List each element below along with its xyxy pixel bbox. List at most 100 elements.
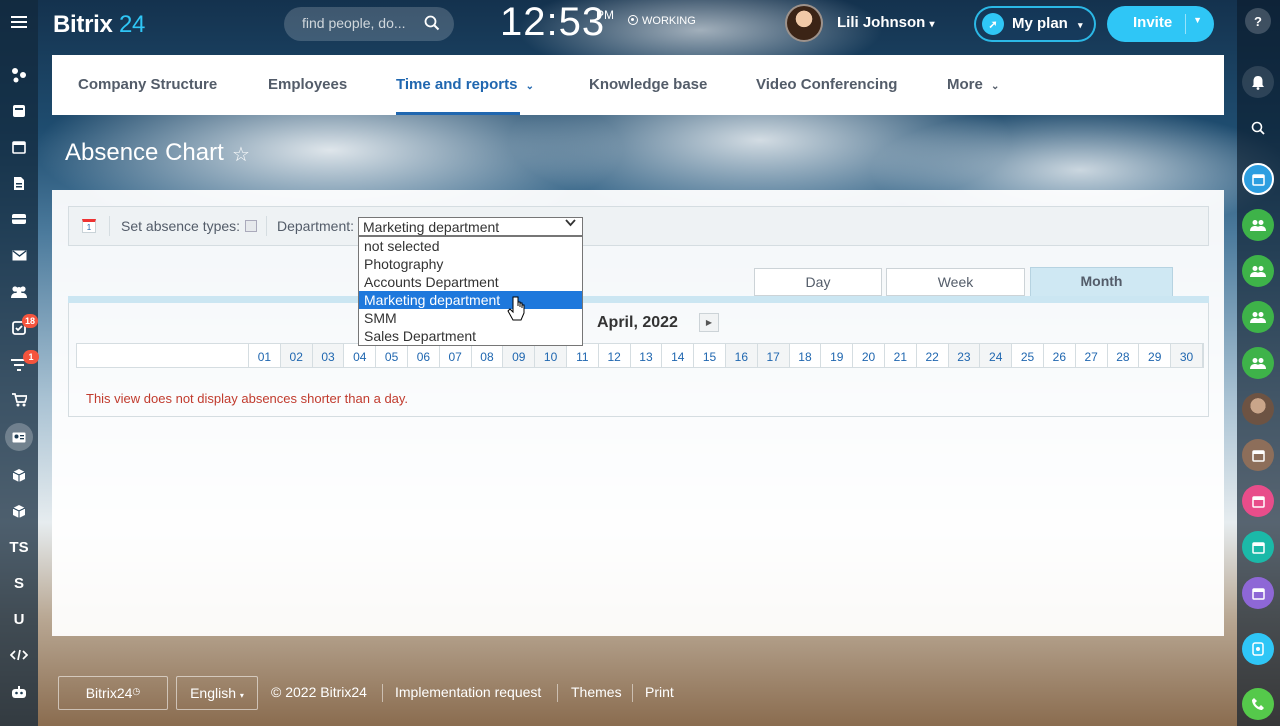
box-icon-2[interactable]	[0, 493, 38, 529]
employees-icon[interactable]	[0, 274, 38, 310]
themes-link[interactable]: Themes	[571, 684, 622, 700]
box-icon[interactable]	[0, 457, 38, 493]
invite-separator	[1185, 14, 1186, 34]
department-option[interactable]: SMM	[359, 309, 582, 327]
tasks-icon[interactable]: 18	[0, 310, 39, 346]
logo-number: 24	[118, 11, 146, 38]
group-chat-icon-4[interactable]	[1242, 347, 1274, 379]
tab-company-structure[interactable]: Company Structure	[78, 76, 217, 93]
chevron-down-icon: ▾	[929, 19, 935, 30]
menu-icon[interactable]	[0, 4, 38, 40]
left-sidebar: 18 1 TS S U	[0, 0, 39, 726]
day-header-cell: 09	[503, 344, 536, 367]
sidebar-item-u[interactable]: U	[0, 601, 38, 637]
section-nav: Company Structure Employees Time and rep…	[52, 55, 1224, 115]
clock[interactable]: 12:53 PM	[500, 0, 614, 45]
day-header-cell: 29	[1139, 344, 1172, 367]
shop-cart-icon[interactable]	[0, 382, 38, 418]
group-chat-icon-3[interactable]	[1242, 301, 1274, 333]
documents-icon[interactable]	[0, 165, 38, 201]
notifications-bell-icon[interactable]	[1242, 66, 1274, 98]
next-month-button[interactable]: ▶	[699, 313, 719, 332]
day-header-cell: 15	[694, 344, 726, 367]
work-status-label: WORKING	[642, 15, 696, 27]
sidebar-item-s[interactable]: S	[0, 565, 38, 601]
logo-text: Bitrix	[53, 11, 113, 38]
robot-icon[interactable]	[0, 674, 38, 710]
tab-time-and-reports[interactable]: Time and reports ⌄	[396, 76, 534, 93]
calendar-chat-icon-3[interactable]	[1242, 485, 1274, 517]
calendar-icon[interactable]	[0, 129, 38, 165]
search-icon[interactable]	[1242, 112, 1274, 144]
info-note: This view does not display absences shor…	[86, 391, 409, 406]
group-chat-icon[interactable]	[1242, 209, 1274, 241]
tab-employees[interactable]: Employees	[268, 76, 347, 93]
bitrix24-logo[interactable]: Bitrix 24	[53, 11, 145, 39]
department-option[interactable]: Accounts Department	[359, 273, 582, 291]
tab-week[interactable]: Week	[886, 268, 1025, 296]
user-avatar[interactable]	[785, 4, 823, 42]
chevron-down-icon: ⌄	[991, 81, 1000, 92]
day-header-cell: 16	[725, 344, 758, 367]
absence-chart-nav-icon[interactable]	[0, 419, 38, 455]
active-tab-underline	[396, 112, 520, 115]
tab-more[interactable]: More ⌄	[947, 76, 999, 93]
user-chat-avatar[interactable]	[1242, 393, 1274, 425]
department-option[interactable]: Photography	[359, 255, 582, 273]
sidebar-item-ts[interactable]: TS	[0, 529, 38, 565]
help-icon[interactable]: ?	[1245, 8, 1271, 34]
activity-stream-icon[interactable]	[0, 57, 38, 93]
print-link[interactable]: Print	[645, 684, 674, 700]
day-header-cell: 25	[1012, 344, 1044, 367]
day-header-cell: 27	[1076, 344, 1108, 367]
employee-column-header	[77, 344, 249, 367]
chevron-down-icon	[565, 219, 576, 230]
department-dropdown-list: not selected Photography Accounts Departme…	[358, 236, 583, 346]
footer-brand: Bitrix24	[85, 685, 133, 701]
day-header-cell: 22	[917, 344, 949, 367]
group-chat-icon-2[interactable]	[1242, 255, 1274, 287]
calendar-chat-icon-4[interactable]	[1242, 531, 1274, 563]
chevron-down-icon[interactable]: ▼	[1193, 15, 1202, 25]
department-option[interactable]: not selected	[359, 237, 582, 255]
calendar-icon[interactable]: 1	[82, 219, 96, 233]
calendar-chat-icon-5[interactable]	[1242, 577, 1274, 609]
phone-icon[interactable]	[1242, 688, 1274, 720]
work-status[interactable]: WORKING	[628, 15, 696, 27]
tab-month[interactable]: Month	[1030, 267, 1173, 297]
language-select[interactable]: English ▾	[176, 676, 258, 710]
department-option[interactable]: Marketing department	[359, 291, 582, 309]
day-header-cell: 03	[312, 344, 345, 367]
absence-types-checkbox[interactable]	[245, 220, 257, 232]
my-plan-button[interactable]: ➚ My plan ▾	[974, 6, 1096, 42]
day-header-cell: 10	[535, 344, 567, 367]
user-menu[interactable]: Lili Johnson ▾	[837, 14, 935, 31]
day-header-cell: 05	[376, 344, 408, 367]
language-label: English	[190, 685, 236, 701]
star-icon[interactable]: ☆	[232, 142, 250, 167]
search-icon	[424, 15, 440, 34]
footer-brand-button[interactable]: Bitrix24◷	[58, 676, 168, 710]
crm-filter-icon[interactable]: 1	[0, 346, 39, 382]
tab-day[interactable]: Day	[754, 268, 882, 296]
drive-icon[interactable]	[0, 201, 38, 237]
department-select[interactable]: Marketing department	[358, 217, 583, 236]
developer-code-icon[interactable]	[0, 637, 38, 673]
tab-knowledge-base[interactable]: Knowledge base	[589, 76, 707, 93]
tab-video-conferencing[interactable]: Video Conferencing	[756, 76, 897, 93]
mail-icon[interactable]	[0, 237, 38, 273]
invite-button[interactable]: Invite ▼	[1107, 6, 1214, 42]
open-lines-icon[interactable]	[1242, 633, 1274, 665]
divider	[632, 684, 633, 702]
day-header-cell: 24	[980, 344, 1013, 367]
month-label: April, 2022	[597, 314, 678, 331]
footer: Bitrix24◷ English ▾ © 2022 Bitrix24 Impl…	[58, 676, 858, 710]
calendar-header-strip	[68, 296, 1209, 303]
calendar-chat-icon-2[interactable]	[1242, 439, 1274, 471]
department-option[interactable]: Sales Department	[359, 327, 582, 345]
feed-icon[interactable]	[0, 93, 38, 129]
day-header-cell: 18	[790, 344, 822, 367]
calendar-chat-icon[interactable]	[1242, 163, 1274, 195]
implementation-request-link[interactable]: Implementation request	[395, 684, 541, 700]
search-input[interactable]: find people, do...	[284, 7, 454, 41]
